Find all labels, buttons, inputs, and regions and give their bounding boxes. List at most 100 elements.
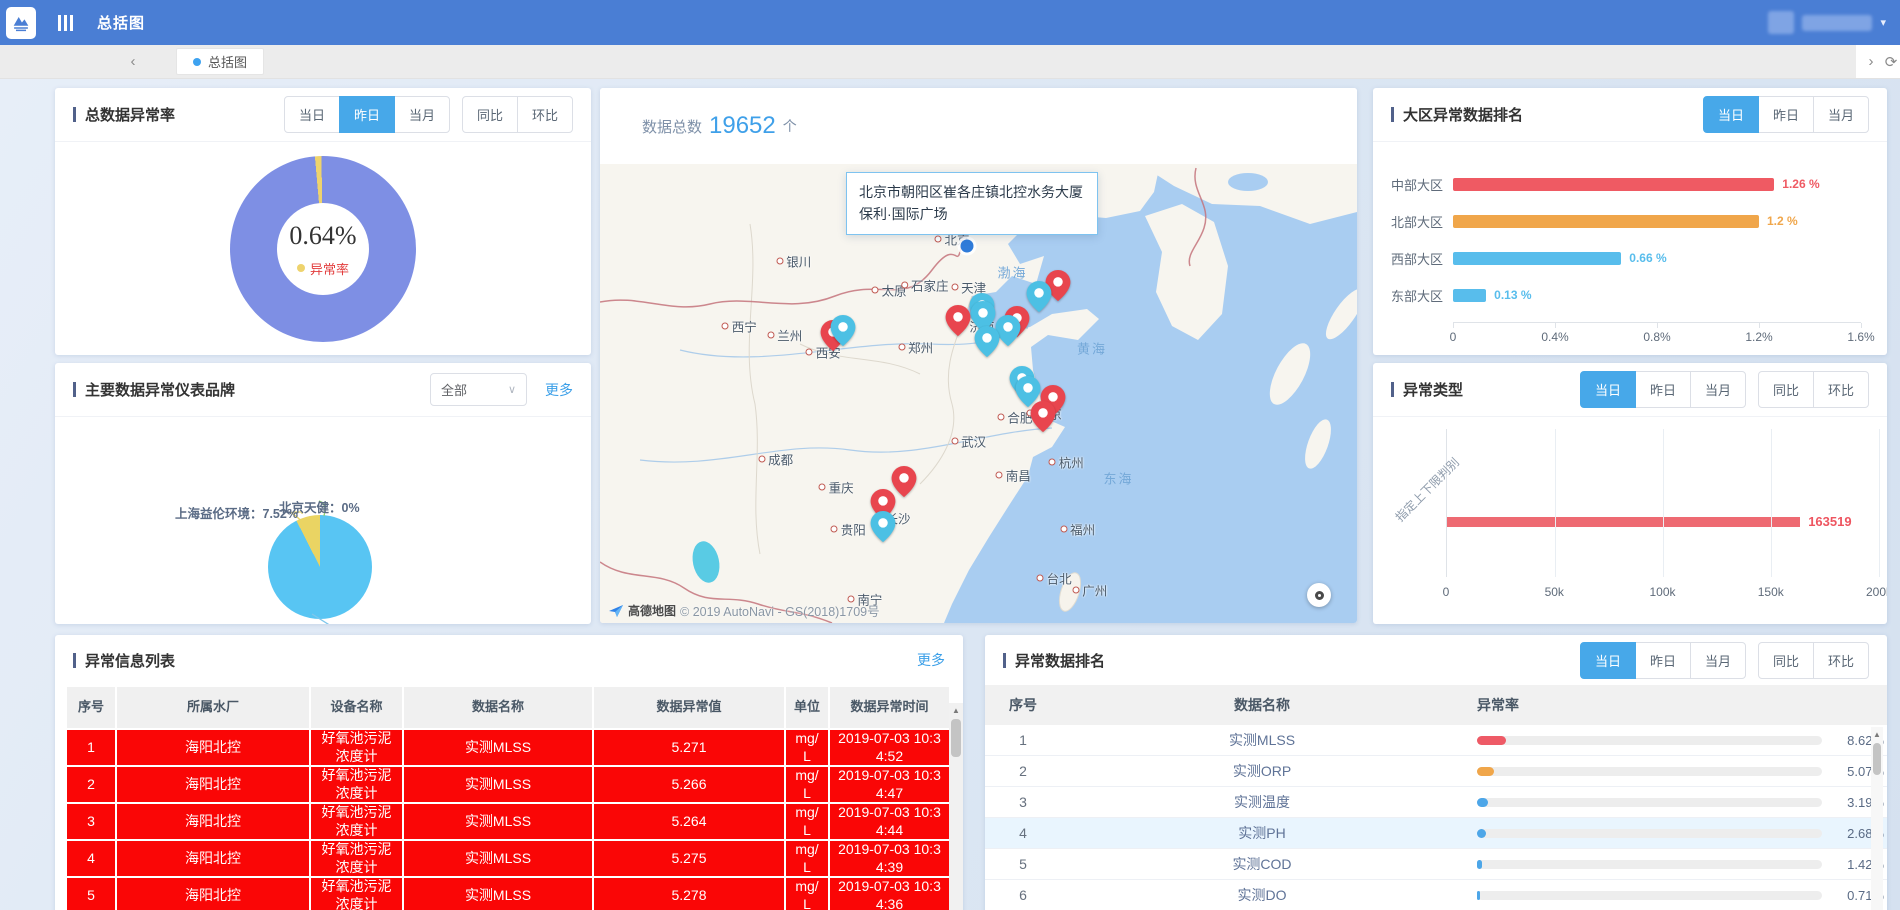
- period-tabs: 当日昨日当月同比环比: [284, 96, 573, 133]
- period-tab-当月[interactable]: 当月: [1690, 371, 1746, 408]
- app-header: 总括图 ▾: [0, 0, 1900, 45]
- app-logo: [6, 7, 36, 39]
- card-brand-anomaly: 主要数据异常仪表品牌 全部 ∨ 更多 北京天健：0% 上海益伦环境：7.52% …: [55, 363, 591, 624]
- map-marker-blue-icon[interactable]: [830, 315, 855, 351]
- period-tab-当月[interactable]: 当月: [1813, 96, 1869, 133]
- map-marker-blue-icon[interactable]: [871, 511, 896, 547]
- period-tab-同比[interactable]: 同比: [1758, 642, 1814, 679]
- map-header: 数据总数 19652 个: [600, 88, 1357, 164]
- city-dot-icon: [767, 332, 774, 339]
- card-title: 总数据异常率: [73, 104, 175, 125]
- tabs-refresh-icon[interactable]: ⟳: [1884, 49, 1898, 75]
- donut-legend[interactable]: 异常率: [297, 259, 349, 278]
- table-row[interactable]: 5海阳北控好氧池污泥浓度计实测MLSS5.278mg/L2019-07-03 1…: [66, 877, 949, 910]
- sea-label: 东海: [1104, 469, 1134, 488]
- info-table-scrollbar[interactable]: ▲ ▼: [949, 703, 963, 910]
- map-marker-blue-icon[interactable]: [974, 326, 999, 362]
- city-dot-icon: [996, 472, 1003, 479]
- period-tab-昨日[interactable]: 昨日: [1635, 642, 1691, 679]
- map-attribution: 高德地图 © 2019 AutoNavi - GS(2018)1709号: [608, 601, 880, 620]
- table-row[interactable]: 3海阳北控好氧池污泥浓度计实测MLSS5.264mg/L2019-07-03 1…: [66, 803, 949, 840]
- city-label-银川: 银川: [776, 251, 811, 270]
- city-dot-icon: [898, 344, 905, 351]
- region-bar-row: 中部大区1.26 %: [1391, 166, 1861, 203]
- map-marker-red-icon[interactable]: [946, 305, 971, 341]
- period-tab-昨日[interactable]: 昨日: [1758, 96, 1814, 133]
- username-redacted: [1802, 15, 1872, 31]
- info-list-more-link[interactable]: 更多: [917, 650, 945, 670]
- city-label-石家庄: 石家庄: [901, 276, 949, 295]
- avatar: [1768, 11, 1794, 34]
- map-marker-red-icon[interactable]: [1030, 401, 1055, 437]
- city-dot-icon: [819, 484, 826, 491]
- card-map: 数据总数 19652 个: [600, 88, 1357, 623]
- period-tab-同比[interactable]: 同比: [1758, 371, 1814, 408]
- pie-label-unknown: 未知制造商：92.48%: [301, 623, 418, 624]
- anomaly-rate-value: 0.64%: [289, 221, 356, 251]
- rank-row[interactable]: 2实测ORP5.07%: [985, 756, 1887, 787]
- rank-table-scrollbar[interactable]: ▲ ▼: [1871, 727, 1883, 910]
- card-anomaly-type: 异常类型 当日昨日当月同比环比 指定上下限判别 163519 050k100k1…: [1373, 363, 1887, 624]
- rank-row[interactable]: 5实测COD1.42%: [985, 849, 1887, 880]
- table-row[interactable]: 2海阳北控好氧池污泥浓度计实测MLSS5.266mg/L2019-07-03 1…: [66, 766, 949, 803]
- period-tab-当日[interactable]: 当日: [1703, 96, 1759, 133]
- map-locate-button[interactable]: [1307, 583, 1331, 607]
- period-tab-当日[interactable]: 当日: [1580, 371, 1636, 408]
- period-tab-环比[interactable]: 环比: [517, 96, 573, 133]
- locate-icon: [1315, 591, 1324, 600]
- period-tab-当月[interactable]: 当月: [1690, 642, 1746, 679]
- table-row[interactable]: 1海阳北控好氧池污泥浓度计实测MLSS5.271mg/L2019-07-03 1…: [66, 729, 949, 766]
- brand-more-link[interactable]: 更多: [545, 380, 573, 400]
- period-tab-环比[interactable]: 环比: [1813, 371, 1869, 408]
- city-dot-icon: [872, 287, 879, 294]
- data-total-label: 数据总数: [642, 116, 702, 137]
- city-label-兰州: 兰州: [767, 326, 802, 345]
- tabs-scroll-left-icon[interactable]: ‹: [120, 49, 146, 75]
- card-title: 异常数据排名: [1003, 650, 1105, 671]
- column-header: 设备名称: [310, 686, 403, 729]
- city-dot-icon: [951, 437, 958, 444]
- city-dot-icon: [1072, 586, 1079, 593]
- period-tab-同比[interactable]: 同比: [462, 96, 518, 133]
- column-header: 序号: [66, 686, 116, 729]
- region-bar-row: 北部大区1.2 %: [1391, 203, 1861, 240]
- period-tab-昨日[interactable]: 昨日: [339, 96, 395, 133]
- period-tab-当月[interactable]: 当月: [394, 96, 450, 133]
- column-header: 单位: [785, 686, 829, 729]
- period-tab-昨日[interactable]: 昨日: [1635, 371, 1691, 408]
- rank-row[interactable]: 3实测温度3.19%: [985, 787, 1887, 818]
- tabs-scroll-right-icon[interactable]: ›: [1858, 49, 1884, 75]
- city-label-南昌: 南昌: [996, 466, 1031, 485]
- column-header: 数据异常时间: [829, 686, 949, 729]
- sea-label: 黄海: [1077, 338, 1107, 357]
- card-data-rank: 异常数据排名 当日昨日当月同比环比 序号 数据名称 异常率 1实测MLSS8.6…: [985, 635, 1887, 910]
- tab-active-dot-icon: [193, 58, 201, 66]
- period-tabs: 当日昨日当月同比环比: [1580, 642, 1869, 679]
- map-marker-blue-icon[interactable]: [1027, 281, 1052, 317]
- column-header: 数据异常值: [593, 686, 785, 729]
- region-bar-row: 西部大区0.66 %: [1391, 240, 1861, 277]
- sidebar-collapse-icon[interactable]: [58, 15, 73, 31]
- period-tab-环比[interactable]: 环比: [1813, 642, 1869, 679]
- user-dropdown-caret-icon: ▾: [1880, 16, 1886, 29]
- brand-filter-select[interactable]: 全部 ∨: [430, 373, 527, 406]
- anomaly-type-chart: 指定上下限判别 163519: [1446, 429, 1879, 577]
- period-tab-当日[interactable]: 当日: [1580, 642, 1636, 679]
- region-axis-labels: 00.4%0.8%1.2%1.6%: [1453, 330, 1861, 346]
- user-menu[interactable]: ▾: [1768, 0, 1886, 45]
- scroll-up-icon: ▲: [949, 703, 963, 717]
- city-dot-icon: [722, 323, 729, 330]
- rank-row[interactable]: 1实测MLSS8.62%: [985, 725, 1887, 756]
- rank-row[interactable]: 4实测PH2.68%: [985, 818, 1887, 849]
- selected-station-dot-icon[interactable]: [961, 240, 974, 253]
- table-row[interactable]: 4海阳北控好氧池污泥浓度计实测MLSS5.275mg/L2019-07-03 1…: [66, 840, 949, 877]
- column-header: 数据名称: [403, 686, 593, 729]
- view-tab-overview[interactable]: 总括图: [176, 48, 264, 75]
- chevron-down-icon: ∨: [508, 383, 516, 396]
- map-canvas[interactable]: 渤海黄海东海北京银川太原石家庄天津西宁兰州济南郑州西安合肥南京武汉杭州南昌成都重…: [600, 164, 1357, 623]
- period-tab-当日[interactable]: 当日: [284, 96, 340, 133]
- region-bar-row: 东部大区0.13 %: [1391, 277, 1861, 314]
- amap-logo-icon: [608, 603, 624, 619]
- city-label-郑州: 郑州: [898, 338, 933, 357]
- rank-row[interactable]: 6实测DO0.71%: [985, 880, 1887, 910]
